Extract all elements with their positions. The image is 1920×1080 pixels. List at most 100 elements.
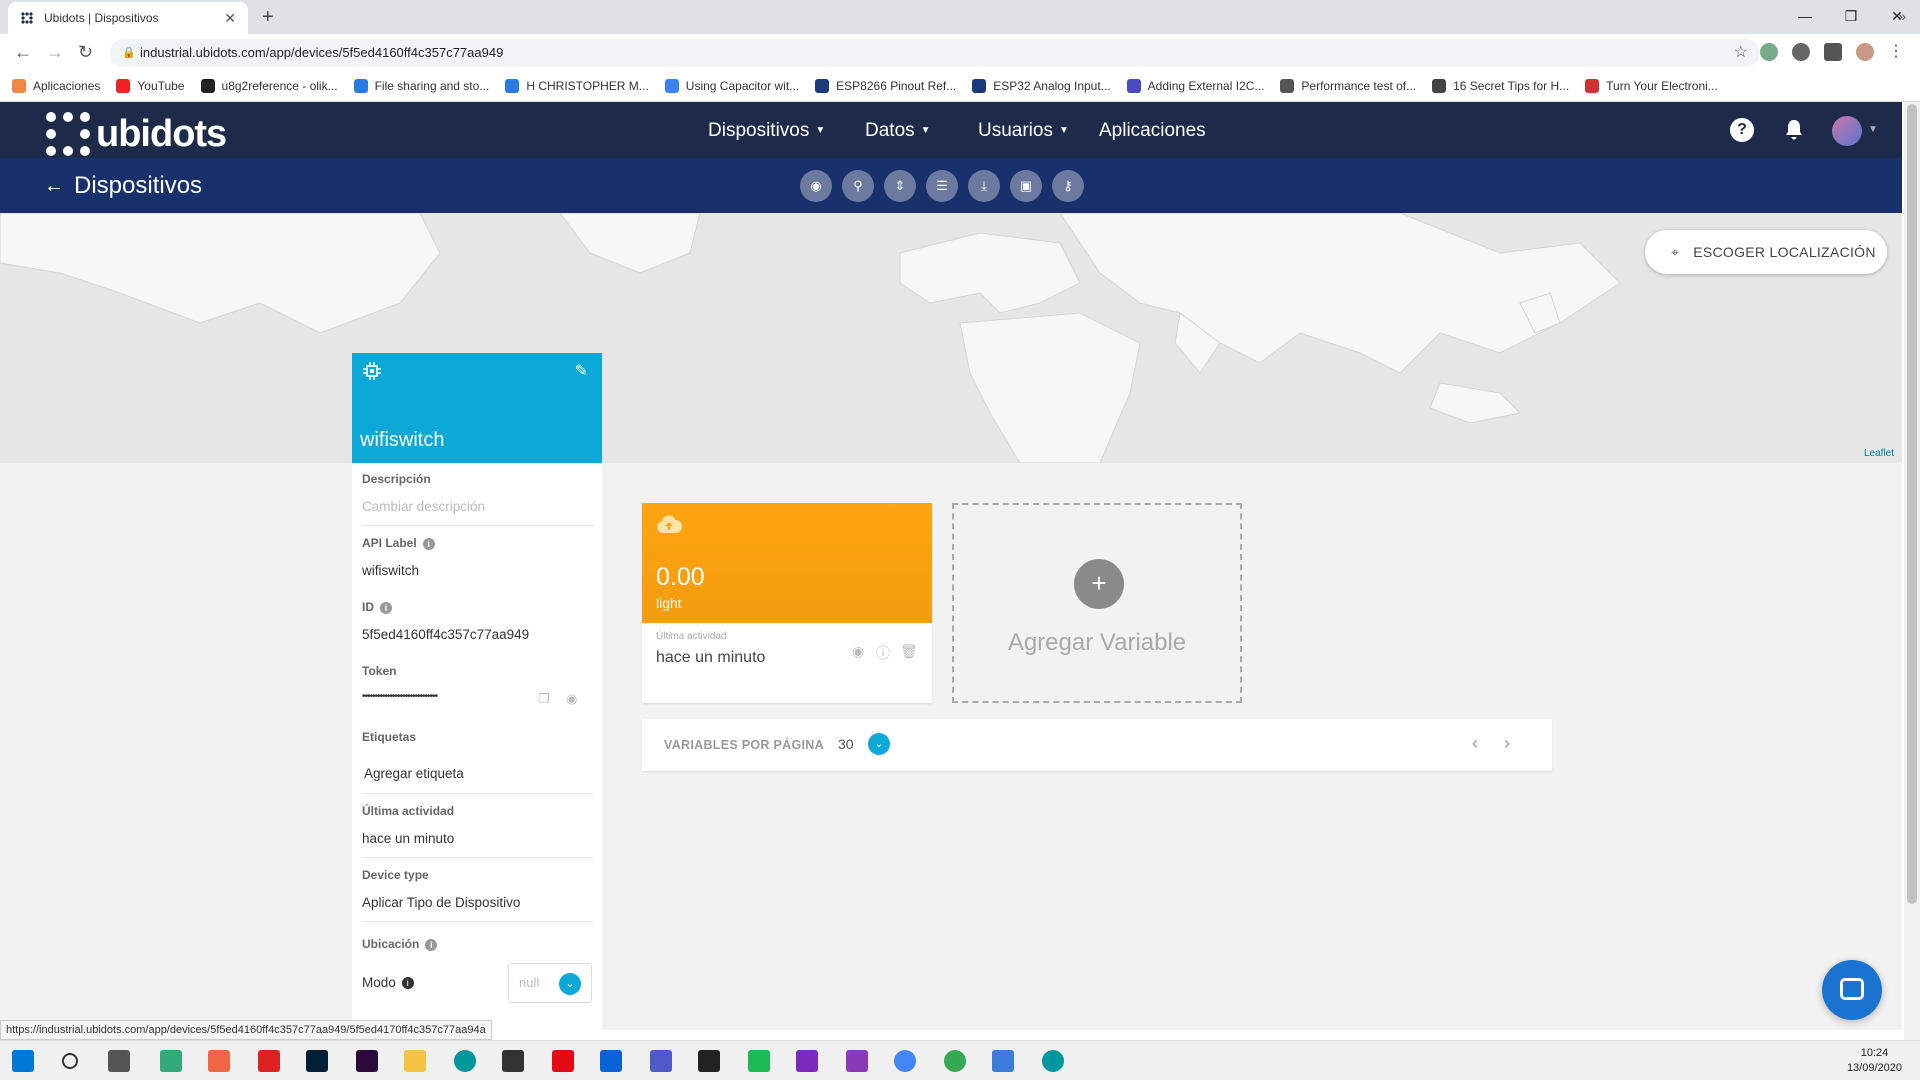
bookmark-item[interactable]: u8g2reference - olik... bbox=[200, 78, 338, 93]
add-variable-button[interactable]: + Agregar Variable bbox=[952, 503, 1242, 703]
bookmark-item[interactable]: H CHRISTOPHER M... bbox=[505, 78, 649, 93]
start-icon[interactable] bbox=[12, 1050, 34, 1072]
teams-icon[interactable] bbox=[650, 1050, 672, 1072]
bookmark-item[interactable]: ESP8266 Pinout Ref... bbox=[815, 78, 956, 93]
api-label-value[interactable]: wifiswitch bbox=[362, 563, 419, 578]
profile-avatar-icon[interactable] bbox=[1856, 43, 1874, 61]
bookmark-item[interactable]: YouTube bbox=[116, 78, 185, 93]
chevron-down-icon[interactable]: ⌄ bbox=[868, 733, 890, 755]
nav-label: Usuarios bbox=[978, 120, 1053, 141]
app-icon[interactable] bbox=[258, 1050, 280, 1072]
user-avatar[interactable] bbox=[1832, 116, 1862, 146]
app-icon[interactable] bbox=[796, 1050, 818, 1072]
system-clock[interactable]: 10:24 13/09/2020 bbox=[1847, 1046, 1902, 1076]
reload-icon[interactable]: ↻ bbox=[78, 42, 93, 63]
nav-datos[interactable]: Datos ▼ bbox=[865, 120, 931, 142]
back-arrow-icon[interactable]: ← bbox=[14, 42, 32, 63]
bookmarks-overflow-icon[interactable]: » bbox=[1898, 8, 1906, 24]
info-icon[interactable]: i bbox=[422, 537, 435, 550]
search-icon[interactable]: ⚲ bbox=[842, 170, 874, 202]
nav-dispositivos[interactable]: Dispositivos ▼ bbox=[708, 120, 825, 142]
back-to-devices-link[interactable]: ← Dispositivos bbox=[44, 172, 202, 200]
extension-icon[interactable] bbox=[1760, 43, 1778, 61]
copy-icon[interactable]: ❐ bbox=[538, 691, 550, 707]
bookmark-item[interactable]: ESP32 Analog Input... bbox=[972, 78, 1111, 93]
bookmark-item[interactable]: 16 Secret Tips for H... bbox=[1432, 78, 1569, 93]
mode-select[interactable]: null ⌄ bbox=[508, 963, 592, 1003]
photoshop-icon[interactable] bbox=[306, 1050, 328, 1072]
info-icon[interactable]: ⓘ bbox=[876, 643, 890, 663]
bookmark-item[interactable]: File sharing and sto... bbox=[353, 78, 489, 93]
page-scrollbar[interactable] bbox=[1904, 102, 1920, 1040]
chat-support-button[interactable] bbox=[1822, 960, 1882, 1020]
list-icon[interactable]: ☰ bbox=[926, 170, 958, 202]
variable-card[interactable]: 0.00 light Última actividad hace un minu… bbox=[642, 503, 932, 703]
variable-card-header[interactable]: 0.00 light bbox=[642, 503, 932, 623]
task-view-icon[interactable] bbox=[108, 1050, 130, 1072]
forward-arrow-icon[interactable]: → bbox=[46, 42, 64, 63]
nav-aplicaciones[interactable]: Aplicaciones bbox=[1099, 120, 1206, 142]
nav-usuarios[interactable]: Usuarios ▼ bbox=[978, 120, 1069, 142]
chrome-icon[interactable] bbox=[944, 1050, 966, 1072]
leaflet-attribution-link[interactable]: Leaflet bbox=[1864, 448, 1894, 459]
bookmark-item[interactable]: Aplicaciones bbox=[12, 78, 100, 93]
help-icon[interactable]: ? bbox=[1730, 118, 1754, 142]
arduino-icon[interactable] bbox=[454, 1050, 476, 1072]
bookmark-item[interactable]: Turn Your Electroni... bbox=[1585, 78, 1718, 93]
puzzle-icon[interactable] bbox=[1824, 43, 1842, 61]
clipboard-icon[interactable]: ▣ bbox=[1010, 170, 1042, 202]
extension-icon[interactable] bbox=[1792, 43, 1810, 61]
trash-icon[interactable]: 🗑 bbox=[900, 643, 918, 660]
url-field[interactable]: 🔒 industrial.ubidots.com/app/devices/5f5… bbox=[110, 39, 1760, 67]
key-icon[interactable]: ⚷ bbox=[1052, 170, 1084, 202]
next-page-icon[interactable]: › bbox=[1504, 733, 1510, 754]
bookmark-item[interactable]: Performance test of... bbox=[1280, 78, 1416, 93]
eye-icon[interactable]: ◉ bbox=[566, 691, 577, 707]
premiere-icon[interactable] bbox=[356, 1050, 378, 1072]
app-icon[interactable] bbox=[208, 1050, 230, 1072]
sort-icon[interactable]: ⇕ bbox=[884, 170, 916, 202]
previous-page-icon[interactable]: ‹ bbox=[1472, 733, 1478, 754]
description-input[interactable]: Cambiar descripción bbox=[362, 499, 485, 514]
more-menu-icon[interactable]: ⋮ bbox=[1888, 43, 1906, 61]
add-tag-input[interactable]: Agregar etiqueta bbox=[364, 766, 464, 781]
app-icon[interactable] bbox=[160, 1050, 182, 1072]
device-type-select[interactable]: Aplicar Tipo de Dispositivo bbox=[362, 895, 520, 910]
download-icon[interactable]: ⤓ bbox=[968, 170, 1000, 202]
edit-pencil-icon[interactable]: ✎ bbox=[575, 361, 588, 381]
bookmark-star-icon[interactable]: ☆ bbox=[1734, 39, 1748, 67]
new-tab-icon[interactable]: + bbox=[262, 6, 274, 29]
bookmark-favicon-icon bbox=[116, 78, 131, 93]
scrollbar-thumb[interactable] bbox=[1907, 104, 1917, 904]
app-icon[interactable] bbox=[992, 1050, 1014, 1072]
close-tab-icon[interactable]: ✕ bbox=[224, 10, 236, 27]
spotify-icon[interactable] bbox=[748, 1050, 770, 1072]
minimize-icon[interactable]: — bbox=[1782, 4, 1828, 28]
restore-icon[interactable]: ❐ bbox=[1828, 4, 1874, 28]
info-icon[interactable]: i bbox=[425, 938, 438, 951]
mail-icon[interactable] bbox=[600, 1050, 622, 1072]
info-icon[interactable]: i bbox=[401, 977, 414, 990]
api-label-text: API Label bbox=[362, 536, 417, 550]
arduino-icon[interactable] bbox=[1042, 1050, 1064, 1072]
bell-icon[interactable] bbox=[1782, 118, 1806, 142]
netflix-icon[interactable] bbox=[552, 1050, 574, 1072]
caret-down-icon[interactable]: ▼ bbox=[1868, 124, 1878, 135]
app-icon[interactable] bbox=[698, 1050, 720, 1072]
chrome-icon[interactable] bbox=[894, 1050, 916, 1072]
bookmark-item[interactable]: Adding External I2C... bbox=[1126, 78, 1264, 93]
device-tool-icon[interactable]: ◉ bbox=[800, 170, 832, 202]
location-map[interactable] bbox=[0, 213, 1902, 463]
file-explorer-icon[interactable] bbox=[404, 1050, 426, 1072]
eye-icon[interactable]: ◉ bbox=[852, 643, 864, 660]
browser-tab[interactable]: Ubidots | Dispositivos ✕ bbox=[8, 2, 248, 34]
variables-per-page-value[interactable]: 30 bbox=[838, 736, 854, 752]
bookmark-item[interactable]: Using Capacitor wit... bbox=[664, 78, 799, 93]
info-icon[interactable]: i bbox=[380, 601, 392, 614]
close-window-icon[interactable]: ✕ bbox=[1874, 4, 1920, 28]
ubidots-logo[interactable]: ubidots bbox=[46, 112, 227, 156]
instagram-icon[interactable] bbox=[846, 1050, 868, 1072]
choose-location-button[interactable]: ⌖ ESCOGER LOCALIZACIÓN bbox=[1645, 230, 1887, 274]
search-icon[interactable] bbox=[62, 1053, 78, 1069]
store-icon[interactable] bbox=[502, 1050, 524, 1072]
